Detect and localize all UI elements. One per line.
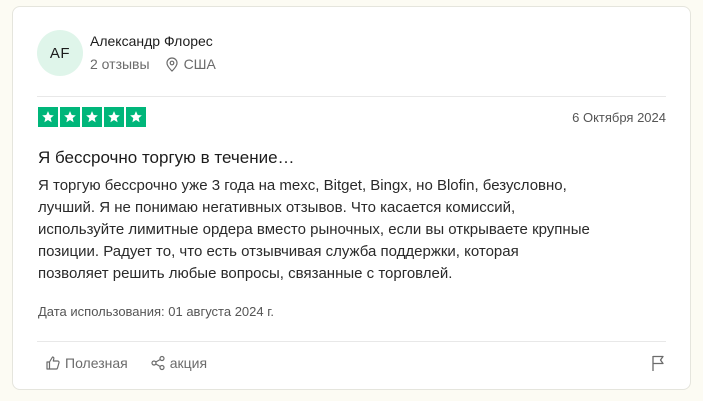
reviewer-meta: 2 отзывы США [90,56,216,72]
location-pin-icon [165,56,178,72]
review-title[interactable]: Я бессрочно торгую в течение… [38,148,295,168]
useful-label: Полезная [65,355,128,371]
useful-button[interactable]: Полезная [45,355,128,371]
reviews-count: 2 отзывы [90,56,150,72]
reviewer-location: США [165,56,216,72]
review-body-line: позволяет решить любые вопросы, связанны… [38,265,453,282]
share-button[interactable]: акция [150,355,207,371]
share-icon [151,355,165,371]
divider [37,341,666,342]
review-actions: Полезная акция [45,355,207,371]
review-body: Я торгую бессрочно уже 3 года на mexc, B… [38,175,663,285]
star-icon [126,107,146,127]
date-of-experience: Дата использования: 01 августа 2024 г. [38,304,274,319]
review-card: AF Александр Флорес 2 отзывы США 6 Октяб… [12,6,691,390]
review-date: 6 Октября 2024 [572,110,666,125]
star-icon [82,107,102,127]
thumbs-up-icon [46,356,60,370]
review-body-line: лучший. Я не понимаю негативных отзывов.… [38,199,516,216]
review-body-line: используйте лимитные ордера вместо рыноч… [38,221,590,238]
star-rating [38,107,146,127]
star-icon [60,107,80,127]
country-label: США [183,56,216,72]
star-icon [38,107,58,127]
star-icon [104,107,124,127]
divider [37,96,666,97]
flag-icon [652,355,664,371]
avatar[interactable]: AF [37,30,83,76]
share-label: акция [169,355,208,371]
review-body-line: позиции. Радует то, что есть отзывчивая … [38,243,519,260]
review-body-line: Я торгую бессрочно уже 3 года на mexc, B… [38,177,567,194]
reviewer-name[interactable]: Александр Флорес [90,33,213,49]
report-button[interactable] [650,354,666,377]
